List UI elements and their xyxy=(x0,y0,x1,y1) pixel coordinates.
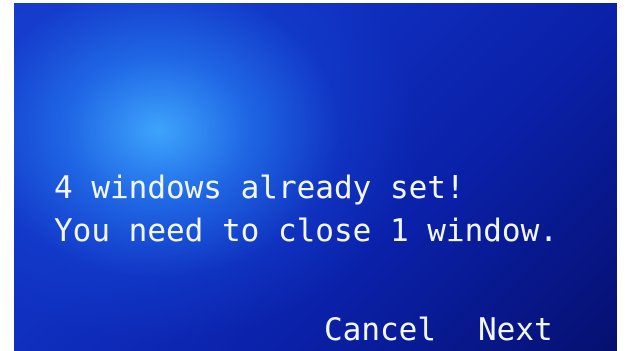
cancel-button[interactable]: Cancel xyxy=(324,310,436,351)
dialog-message: 4 windows already set! You need to close… xyxy=(54,167,609,253)
message-line-2: You need to close 1 window. xyxy=(54,213,558,249)
message-line-1: 4 windows already set! xyxy=(54,170,465,206)
dialog-buttons: Cancel Next xyxy=(314,310,604,351)
next-button[interactable]: Next xyxy=(478,310,553,351)
dialog-screen: 4 windows already set! You need to close… xyxy=(14,3,617,351)
